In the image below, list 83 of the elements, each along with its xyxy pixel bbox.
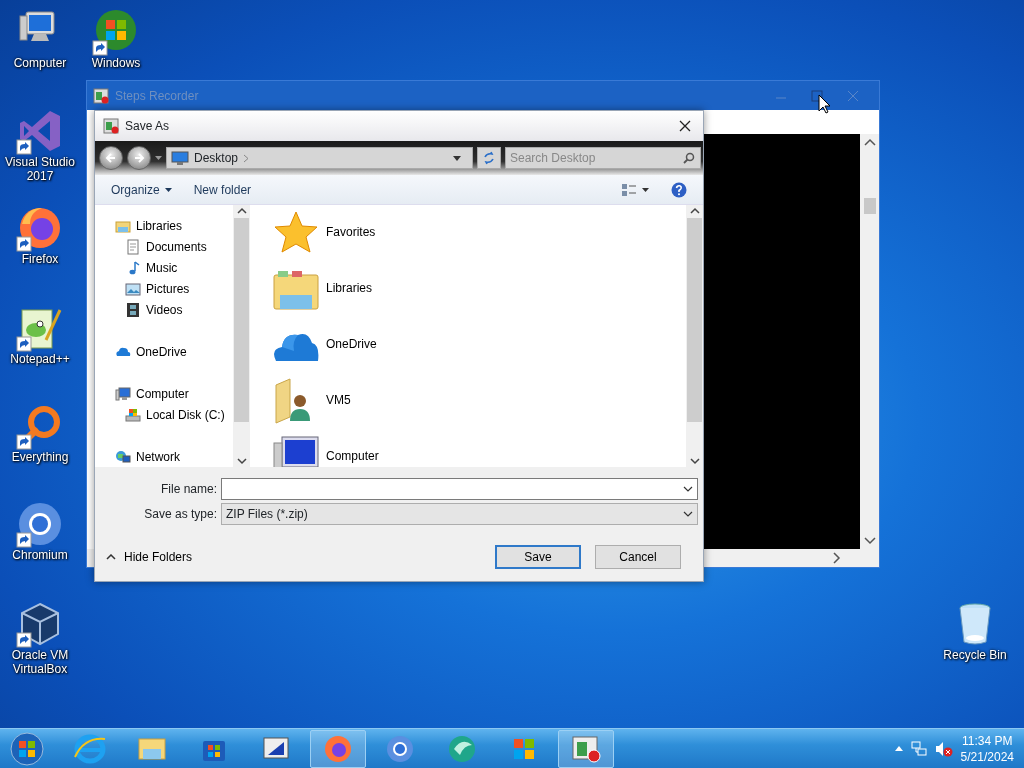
- desktop-icon-label[interactable]: Recycle Bin: [943, 648, 1007, 662]
- organize-menu[interactable]: Organize: [107, 178, 176, 201]
- desktop-icon-label[interactable]: Everything: [11, 450, 69, 464]
- save-button[interactable]: Save: [495, 545, 581, 569]
- scrollbar[interactable]: [686, 205, 703, 467]
- caret-icon[interactable]: [453, 155, 461, 161]
- scroll-down-icon[interactable]: [863, 536, 876, 545]
- nav-tree-item[interactable]: Local Disk (C:): [95, 404, 231, 425]
- file-item[interactable]: Libraries: [272, 265, 373, 321]
- clock-time: 11:34 PM: [962, 732, 1013, 749]
- document-icon: [125, 238, 141, 255]
- picture-icon: [125, 280, 141, 297]
- scroll-up-icon[interactable]: [689, 207, 700, 214]
- show-hidden-icons-icon[interactable]: [894, 746, 903, 751]
- nav-tree-item[interactable]: Documents: [95, 236, 213, 257]
- nav-tree-item[interactable]: Network: [95, 446, 186, 467]
- file-item[interactable]: OneDrive: [272, 321, 377, 377]
- scroll-down-icon[interactable]: [689, 458, 700, 465]
- computer-icon: [272, 433, 320, 467]
- desktop-icon-label[interactable]: Windows: [91, 56, 141, 70]
- hide-folders-button[interactable]: Hide Folders: [106, 548, 193, 566]
- address-bar[interactable]: Desktop: [166, 147, 473, 169]
- view-list-icon: [621, 182, 637, 197]
- film-icon: [125, 301, 141, 318]
- nav-tree-item[interactable]: Videos: [95, 299, 189, 320]
- caret-icon: [642, 187, 649, 192]
- maximize-icon[interactable]: [811, 89, 823, 102]
- scroll-right-icon[interactable]: [833, 552, 841, 564]
- scroll-up-icon[interactable]: [236, 207, 247, 214]
- app-icon: [93, 87, 109, 104]
- field-label: Save as type:: [143, 505, 217, 523]
- network-icon: [115, 448, 131, 465]
- scroll-down-icon[interactable]: [236, 458, 247, 465]
- input-field[interactable]: [221, 477, 698, 500]
- close-icon: [679, 120, 691, 132]
- volume-muted-icon[interactable]: [934, 740, 953, 757]
- scroll-up-icon[interactable]: [863, 138, 876, 146]
- forward-arrow-icon: [133, 152, 145, 164]
- caret-icon: [164, 187, 172, 192]
- nav-tree-item[interactable]: OneDrive: [95, 341, 193, 362]
- search-field[interactable]: Search Desktop: [505, 147, 701, 169]
- computer-icon: [115, 385, 131, 402]
- app-icon: [103, 118, 119, 134]
- monitor-icon: [171, 151, 189, 165]
- scrollbar[interactable]: [233, 205, 250, 467]
- chevron-icon[interactable]: [243, 153, 250, 163]
- desktop-icon-label[interactable]: Visual Studio 2017: [1, 155, 79, 183]
- desktop-icon-label[interactable]: Chromium: [12, 548, 68, 562]
- desktop-icon-label[interactable]: Oracle VM VirtualBox: [1, 648, 79, 676]
- desktop-icon-label[interactable]: Computer: [13, 56, 67, 70]
- dialog-title: Save As: [125, 118, 170, 135]
- taskbar-app-button[interactable]: [558, 729, 614, 768]
- nav-tree-item[interactable]: Pictures: [95, 278, 196, 299]
- back-button[interactable]: [99, 146, 123, 170]
- nav-tree-item[interactable]: Libraries: [95, 215, 189, 236]
- back-arrow-icon: [105, 152, 117, 164]
- new-folder-button[interactable]: New folder: [189, 178, 256, 201]
- scrollbar[interactable]: [860, 134, 879, 549]
- desktop-icon-label[interactable]: Notepad++: [10, 352, 70, 366]
- windows-flag-icon: [10, 731, 44, 766]
- dropdown[interactable]: ZIP Files (*.zip): [221, 502, 698, 525]
- refresh-button[interactable]: [477, 147, 501, 169]
- search-icon: [683, 152, 695, 164]
- chevron-up-icon: [106, 554, 116, 560]
- refresh-icon: [482, 151, 496, 165]
- taskbar-app-button[interactable]: [310, 729, 366, 768]
- drive-icon: [125, 406, 141, 423]
- breadcrumb-item[interactable]: Desktop: [194, 149, 239, 167]
- file-item[interactable]: Favorites: [272, 209, 376, 265]
- clock-date: 5/21/2024: [960, 748, 1014, 765]
- window-title: Steps Recorder: [115, 87, 199, 105]
- scroll-thumb-icon[interactable]: [863, 197, 876, 214]
- browser-e-icon: [74, 732, 106, 765]
- field-label: File name:: [159, 480, 217, 498]
- forward-button[interactable]: [127, 146, 151, 170]
- file-item[interactable]: VM5: [272, 377, 351, 433]
- desktop-icon-label[interactable]: Firefox: [21, 252, 59, 266]
- help-icon: [671, 181, 687, 198]
- nav-tree-item[interactable]: Computer: [95, 383, 195, 404]
- caret-icon[interactable]: [155, 156, 162, 160]
- network-icon[interactable]: [910, 740, 927, 757]
- nav-tree-item[interactable]: Music: [95, 257, 184, 278]
- cancel-button[interactable]: Cancel: [595, 545, 681, 569]
